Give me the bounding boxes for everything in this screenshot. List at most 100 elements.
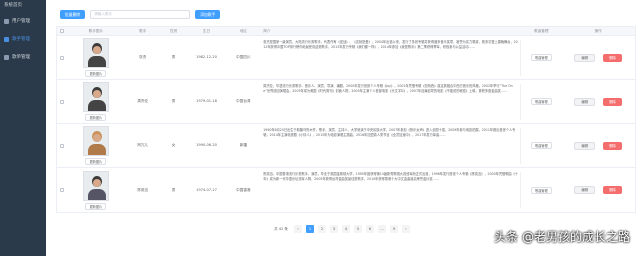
edit-button[interactable]: 编辑 <box>574 97 596 106</box>
header-sex: 性别 <box>170 29 178 33</box>
singer-name: 张杰 <box>139 55 147 59</box>
page-ellipsis[interactable]: … <box>378 225 387 233</box>
edit-button[interactable]: 编辑 <box>574 186 596 194</box>
singer-birth: 1990-06-20 <box>196 143 217 147</box>
header-bio: 简介 <box>263 29 271 33</box>
actions-cell: 编辑 删除 <box>561 141 635 150</box>
edit-button[interactable]: 编辑 <box>574 53 596 62</box>
actions-cell: 编辑 删除 <box>561 53 635 62</box>
sidebar-item-label: 歌单管理 <box>12 55 30 60</box>
bio-cell: 周杰伦，华语流行乐男歌手、音乐人、演员、导演、编剧，2000年发行首张个人专辑《… <box>260 83 522 120</box>
delete-button[interactable]: 删除 <box>603 141 622 150</box>
page-button[interactable]: 4 <box>342 225 351 233</box>
songs-cell: 歌曲管理 <box>521 142 561 149</box>
page-button[interactable]: 2 <box>318 225 327 233</box>
table-row: 更新图片 阿冗儿 女 1990-06-20 新疆 1990年6月20日出生于新疆… <box>57 124 635 168</box>
sidebar-top-label[interactable]: 系统首页 <box>0 0 46 12</box>
toolbar: 批量删除 请输入歌手 添加歌手 <box>60 10 221 19</box>
table-row: 更新图片 张杰 男 1982-12-20 中国四川 张杰是国家一级演员，大陆流行… <box>57 36 635 80</box>
bio-scrollbar[interactable] <box>520 39 522 76</box>
sidebar: 系统首页 用户管理 歌手管理 歌单管理 <box>0 0 46 256</box>
singer-photo <box>82 82 109 112</box>
user-icon <box>4 18 9 24</box>
singer-sex: 女 <box>171 143 176 147</box>
row-checkbox[interactable] <box>59 99 64 104</box>
main-content: 批量删除 请输入歌手 添加歌手 歌手图片 歌手 性别 生日 地区 简介 歌曲管理… <box>46 0 640 256</box>
singer-area: 新疆 <box>239 143 247 147</box>
singer-photo <box>82 126 109 156</box>
row-checkbox[interactable] <box>59 188 64 192</box>
singer-photo <box>82 38 109 68</box>
prev-page-button[interactable]: ‹ <box>294 225 303 233</box>
bio-scrollbar[interactable] <box>520 172 522 208</box>
add-singer-button[interactable]: 添加歌手 <box>195 10 221 19</box>
update-photo-button[interactable]: 更新图片 <box>85 114 107 121</box>
sidebar-item-label: 歌手管理 <box>12 37 30 42</box>
photo-cell: 更新图片 <box>67 170 125 210</box>
search-input[interactable]: 请输入歌手 <box>90 10 191 19</box>
singer-photo <box>82 170 109 201</box>
header-name: 歌手 <box>139 29 147 33</box>
page-button[interactable]: 1 <box>306 225 315 233</box>
row-checkbox-cell <box>57 143 67 148</box>
header-checkbox-cell <box>57 27 67 35</box>
photo-cell: 更新图片 <box>67 126 125 165</box>
table-row: 更新图片 周杰伦 男 1979-01-18 中国台湾 周杰伦，华语流行乐男歌手、… <box>57 80 635 124</box>
select-all-checkbox[interactable] <box>59 29 64 33</box>
sidebar-item-users[interactable]: 用户管理 <box>0 12 46 30</box>
microphone-icon <box>4 36 9 42</box>
singer-bio: 1990年6月20日出生于新疆乌鲁木齐，歌手、演员、主持人，大学就读于中央民族大… <box>263 127 516 137</box>
songs-cell: 歌曲管理 <box>521 186 561 194</box>
page-button[interactable]: 3 <box>330 225 339 233</box>
sidebar-item-label: 用户管理 <box>12 19 30 24</box>
edit-button[interactable]: 编辑 <box>574 141 596 150</box>
table-row: 更新图片 陈奕迅 男 1974-07-27 中国香港 陈奕迅，中国香港流行乐男歌… <box>57 168 635 212</box>
photo-cell: 更新图片 <box>67 38 125 77</box>
delete-button[interactable]: 删除 <box>603 53 622 62</box>
song-manage-button[interactable]: 歌曲管理 <box>530 186 552 194</box>
delete-button[interactable]: 删除 <box>603 97 622 106</box>
song-manage-button[interactable]: 歌曲管理 <box>530 142 552 149</box>
total-count: 共 42 条 <box>273 226 289 231</box>
bio-cell: 1990年6月20日出生于新疆乌鲁木齐，歌手、演员、主持人，大学就读于中央民族大… <box>260 127 522 164</box>
singer-sex: 男 <box>171 187 176 192</box>
delete-button[interactable]: 删除 <box>603 186 622 194</box>
table-header: 歌手图片 歌手 性别 生日 地区 简介 歌曲管理 操作 <box>57 27 635 36</box>
sidebar-item-singers[interactable]: 歌手管理 <box>0 30 46 48</box>
header-songs: 歌曲管理 <box>534 29 549 33</box>
update-photo-button[interactable]: 更新图片 <box>85 158 107 165</box>
update-photo-button[interactable]: 更新图片 <box>85 202 107 210</box>
singer-birth: 1974-07-27 <box>196 187 217 192</box>
batch-delete-button[interactable]: 批量删除 <box>60 10 86 19</box>
photo-cell: 更新图片 <box>67 82 125 121</box>
singer-birth: 1979-01-18 <box>196 99 217 103</box>
sidebar-item-playlists[interactable]: 歌单管理 <box>0 48 46 66</box>
row-checkbox[interactable] <box>59 143 64 148</box>
row-checkbox[interactable] <box>59 55 64 60</box>
row-checkbox-cell <box>57 55 67 60</box>
songs-cell: 歌曲管理 <box>521 54 561 61</box>
song-manage-button[interactable]: 歌曲管理 <box>530 54 552 61</box>
row-checkbox-cell <box>57 99 67 104</box>
songs-cell: 歌曲管理 <box>521 98 561 105</box>
playlist-icon <box>4 54 9 60</box>
page-button[interactable]: 6 <box>366 225 375 233</box>
song-manage-button[interactable]: 歌曲管理 <box>530 98 552 105</box>
bio-scrollbar[interactable] <box>520 83 522 120</box>
page-button[interactable]: 5 <box>354 225 363 233</box>
singer-name: 周杰伦 <box>137 99 149 103</box>
header-actions: 操作 <box>594 29 602 33</box>
update-photo-button[interactable]: 更新图片 <box>85 70 107 77</box>
header-birth: 生日 <box>202 29 211 33</box>
header-area: 地区 <box>239 29 247 33</box>
singer-name: 陈奕迅 <box>137 187 149 192</box>
page-button[interactable]: 9 <box>390 225 399 233</box>
next-page-button[interactable]: › <box>402 225 411 233</box>
singer-bio: 张杰是国家一级演员，大陆流行乐男歌手，代表作有《逆战》、《这就是爱》，2004年… <box>263 39 518 49</box>
actions-cell: 编辑 删除 <box>561 186 635 194</box>
bio-scrollbar[interactable] <box>520 127 522 164</box>
singer-table: 歌手图片 歌手 性别 生日 地区 简介 歌曲管理 操作 更新图片 张杰 男 19… <box>56 26 636 213</box>
bio-cell: 张杰是国家一级演员，大陆流行乐男歌手，代表作有《逆战》、《这就是爱》，2004年… <box>260 39 522 76</box>
watermark: 头条 @老男孩的成长之路 <box>494 230 630 244</box>
actions-cell: 编辑 删除 <box>561 97 635 106</box>
